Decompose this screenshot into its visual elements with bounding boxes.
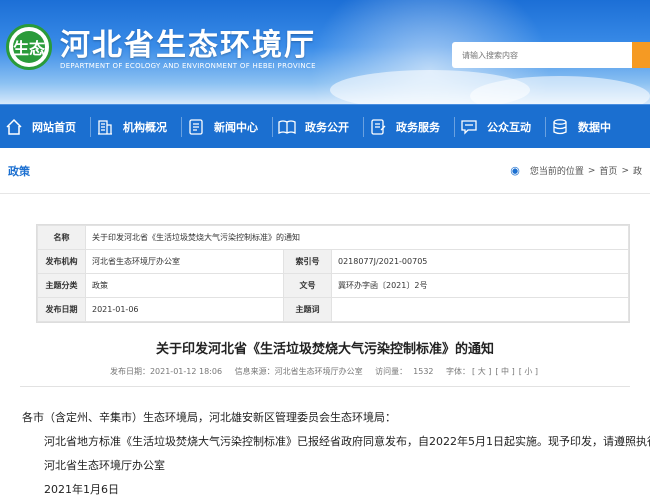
location-pin-icon: ◉ — [510, 164, 520, 177]
nav-label: 政务服务 — [396, 120, 440, 134]
table-row: 发布机构 河北省生态环境厅办公室 索引号 0218077J/2021-00705 — [37, 249, 629, 274]
search-input[interactable] — [452, 42, 632, 68]
meta-label: 发布机构 — [37, 249, 86, 274]
document-metadata-table: 名称 关于印发河北省《生活垃圾焚烧大气污染控制标准》的通知 发布机构 河北省生态… — [36, 224, 630, 323]
table-row: 名称 关于印发河北省《生活垃圾焚烧大气污染控制标准》的通知 — [37, 225, 629, 250]
font-size-medium-button[interactable]: [ 中 ] — [495, 367, 514, 376]
breadcrumb-bar: 政策 ◉ 您当前的位置 > 首页 > 政 — [0, 148, 650, 194]
font-size-label: 字体： — [446, 367, 471, 376]
logo-emblem: 生态 — [13, 31, 45, 63]
site-subtitle: DEPARTMENT OF ECOLOGY AND ENVIRONMENT OF… — [60, 62, 316, 70]
meta-label: 索引号 — [283, 249, 332, 274]
chat-icon — [459, 117, 479, 137]
site-logo[interactable]: 生态 — [6, 24, 52, 70]
visit-count: 访问量： 1532 — [375, 367, 433, 376]
nav-item-open-gov[interactable]: 政务公开 — [273, 105, 363, 149]
service-icon — [368, 117, 388, 137]
nav-label: 公众互动 — [487, 120, 531, 134]
article-paragraph: 各市（含定州、辛集市）生态环境局，河北雄安新区管理委员会生态环境局： — [22, 411, 396, 424]
breadcrumb-separator: > — [587, 165, 596, 176]
breadcrumb: ◉ 您当前的位置 > 首页 > 政 — [510, 164, 642, 177]
table-row: 发布日期 2021-01-06 主题词 — [37, 297, 629, 322]
database-icon — [550, 117, 570, 137]
breadcrumb-prefix: 您当前的位置 — [529, 167, 584, 177]
visit-value: 1532 — [413, 367, 434, 376]
meta-label: 文号 — [283, 273, 332, 298]
site-title[interactable]: 河北省生态环境厅 — [60, 20, 316, 64]
article-title: 关于印发河北省《生活垃圾焚烧大气污染控制标准》的通知 — [155, 342, 494, 357]
nav-label: 政务公开 — [305, 120, 349, 134]
home-icon — [4, 117, 24, 137]
nav-item-news[interactable]: 新闻中心 — [182, 105, 272, 149]
building-icon — [95, 117, 115, 137]
visit-label: 访问量： — [375, 367, 408, 376]
nav-label: 网站首页 — [32, 120, 76, 134]
nav-label: 机构概况 — [123, 120, 167, 134]
nav-item-data[interactable]: 数据中 — [546, 105, 625, 149]
nav-label: 新闻中心 — [214, 120, 258, 134]
main-nav: 网站首页 机构概况 新闻中心 政务公开 政务服务 公众互动 数据中 — [0, 104, 650, 148]
nav-item-interaction[interactable]: 公众互动 — [455, 105, 545, 149]
article-info-bar: 发布日期：2021-01-12 18:06 信息来源：河北省生态环境厅办公室 访… — [0, 366, 650, 377]
meta-label: 主题分类 — [37, 273, 86, 298]
nav-label: 数据中 — [578, 120, 611, 134]
nav-item-about[interactable]: 机构概况 — [91, 105, 181, 149]
meta-value: 0218077J/2021-00705 — [331, 249, 629, 274]
site-header: 生态 河北省生态环境厅 DEPARTMENT OF ECOLOGY AND EN… — [0, 0, 650, 104]
meta-value: 冀环办字函〔2021〕2号 — [331, 273, 629, 298]
meta-label: 主题词 — [283, 297, 332, 322]
meta-value: 2021-01-06 — [85, 297, 284, 322]
breadcrumb-link-policy[interactable]: 政 — [633, 164, 642, 177]
font-size-switcher: 字体：[ 大 ] [ 中 ] [ 小 ] — [446, 367, 540, 376]
article-signature: 河北省生态环境厅办公室 — [44, 459, 165, 472]
meta-label: 发布日期 — [37, 297, 86, 322]
nav-item-services[interactable]: 政务服务 — [364, 105, 454, 149]
article-paragraph: 河北省地方标准《生活垃圾焚烧大气污染控制标准》已报经省政府同意发布，自2022年… — [44, 435, 650, 448]
nav-item-home[interactable]: 网站首页 — [0, 105, 90, 149]
meta-label: 名称 — [37, 225, 86, 250]
table-row: 主题分类 政策 文号 冀环办字函〔2021〕2号 — [37, 273, 629, 298]
news-icon — [186, 117, 206, 137]
search-button[interactable] — [632, 42, 650, 68]
meta-value — [331, 297, 629, 322]
content-divider — [20, 386, 630, 387]
font-size-small-button[interactable]: [ 小 ] — [519, 367, 538, 376]
article-date: 2021年1月6日 — [44, 483, 119, 496]
meta-value: 关于印发河北省《生活垃圾焚烧大气污染控制标准》的通知 — [85, 225, 629, 250]
breadcrumb-link-home[interactable]: 首页 — [599, 164, 617, 177]
meta-value: 政策 — [85, 273, 284, 298]
publish-time: 发布日期：2021-01-12 18:06 — [109, 367, 223, 376]
book-icon — [277, 117, 297, 137]
font-size-large-button[interactable]: [ 大 ] — [472, 367, 491, 376]
breadcrumb-separator: > — [621, 165, 629, 176]
column-title: 政策 — [8, 164, 30, 178]
info-source: 信息来源：河北省生态环境厅办公室 — [234, 367, 363, 376]
search-box — [452, 42, 650, 68]
meta-value: 河北省生态环境厅办公室 — [85, 249, 284, 274]
